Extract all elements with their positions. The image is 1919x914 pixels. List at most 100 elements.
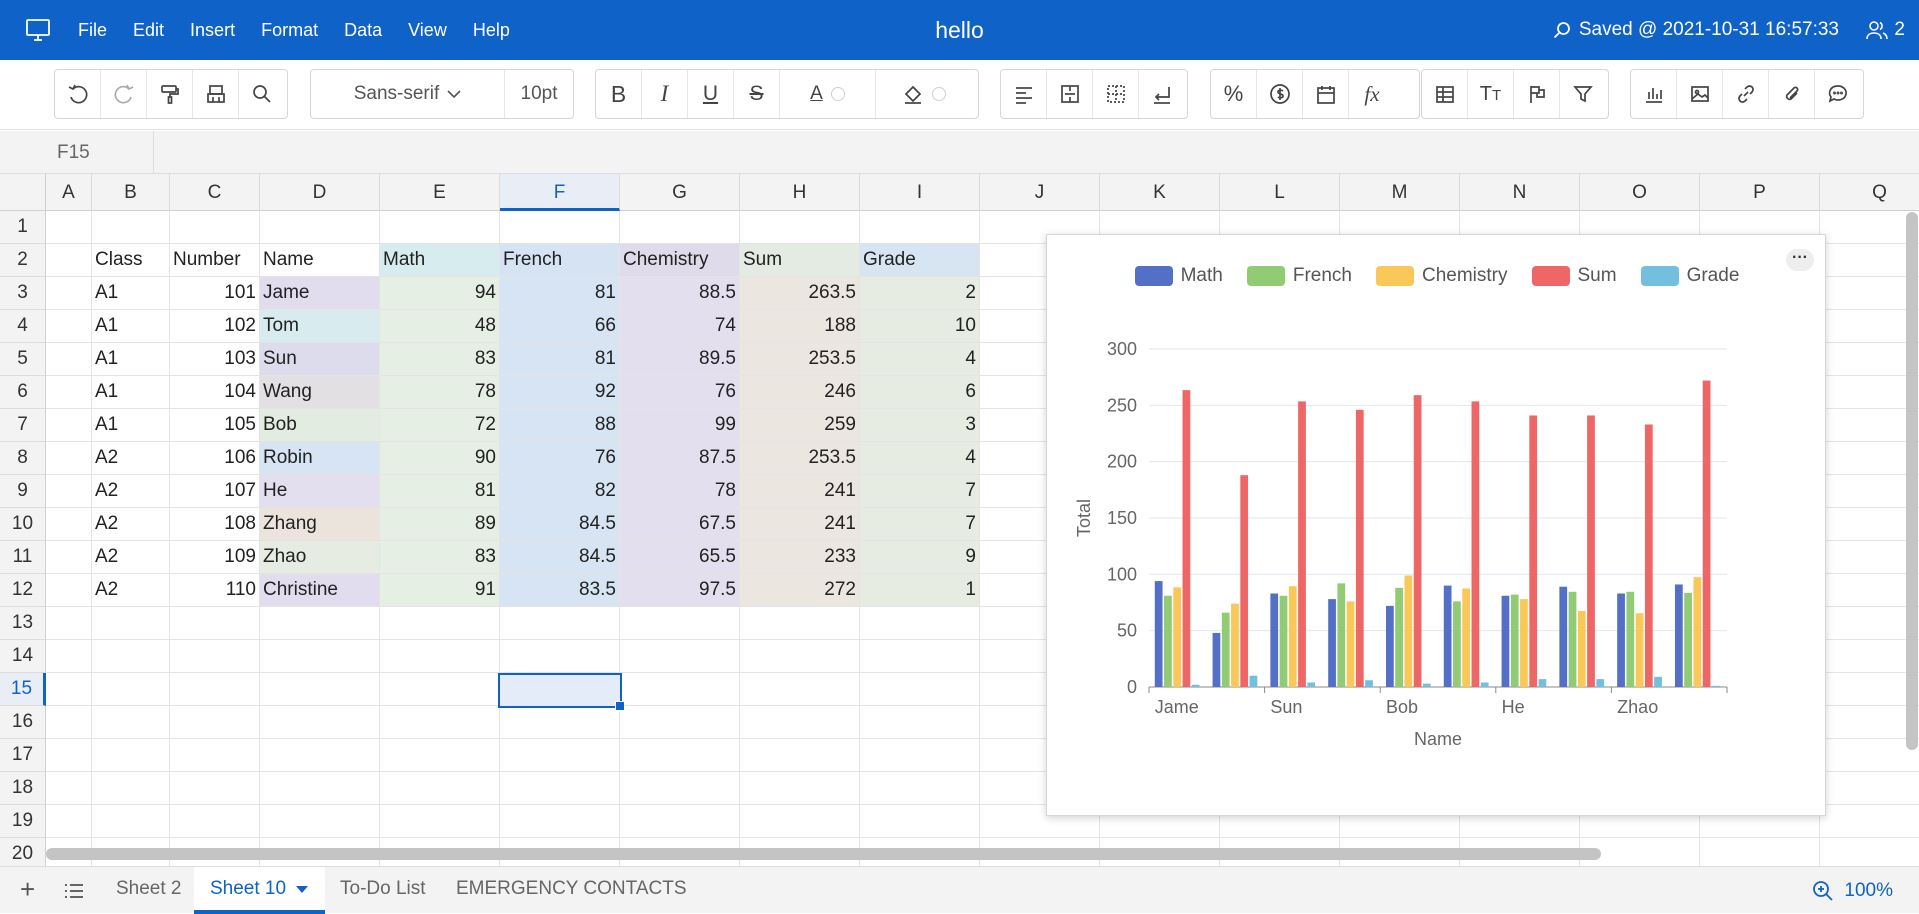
row-header-7[interactable]: 7 — [0, 409, 46, 442]
cell[interactable] — [380, 607, 500, 640]
font-size-select[interactable]: 10pt — [505, 70, 573, 118]
bold-button[interactable]: B — [596, 70, 642, 118]
data-cell[interactable]: 105 — [170, 409, 260, 442]
cell[interactable] — [92, 673, 170, 706]
data-cell[interactable]: 91 — [380, 574, 500, 607]
data-cell[interactable]: A1 — [92, 343, 170, 376]
cell[interactable] — [620, 211, 740, 244]
cell[interactable] — [260, 739, 380, 772]
filter-button[interactable] — [1560, 70, 1606, 118]
column-header-g[interactable]: G — [620, 174, 740, 211]
data-cell[interactable]: 253.5 — [740, 442, 860, 475]
cell[interactable] — [46, 574, 92, 607]
data-cell[interactable]: Christine — [260, 574, 380, 607]
cell[interactable] — [500, 739, 620, 772]
cell[interactable] — [46, 310, 92, 343]
cell[interactable] — [1820, 607, 1919, 640]
row-header-13[interactable]: 13 — [0, 607, 46, 640]
data-cell[interactable]: 82 — [500, 475, 620, 508]
data-cell[interactable]: A2 — [92, 541, 170, 574]
data-cell[interactable]: 83 — [380, 541, 500, 574]
cell[interactable] — [1700, 838, 1820, 866]
zoom-control[interactable]: 100% — [1812, 867, 1893, 914]
data-cell[interactable]: A2 — [92, 475, 170, 508]
cell[interactable] — [46, 409, 92, 442]
row-header-2[interactable]: 2 — [0, 244, 46, 277]
row-header-12[interactable]: 12 — [0, 574, 46, 607]
cell[interactable] — [1820, 805, 1919, 838]
data-cell[interactable]: Sun — [260, 343, 380, 376]
undo-button[interactable] — [55, 70, 101, 118]
data-cell[interactable]: 90 — [380, 442, 500, 475]
cell[interactable] — [1820, 409, 1919, 442]
data-cell[interactable]: 7 — [860, 475, 980, 508]
data-cell[interactable]: 10 — [860, 310, 980, 343]
monitor-icon[interactable] — [26, 19, 50, 41]
data-cell[interactable]: 1 — [860, 574, 980, 607]
header-cell[interactable]: Sum — [740, 244, 860, 277]
cell[interactable] — [500, 211, 620, 244]
cell[interactable] — [46, 244, 92, 277]
cell[interactable] — [860, 805, 980, 838]
cell[interactable] — [46, 706, 92, 739]
row-header-15[interactable]: 15 — [0, 673, 46, 706]
currency-button[interactable] — [1257, 70, 1303, 118]
data-cell[interactable]: 103 — [170, 343, 260, 376]
cell[interactable] — [1820, 640, 1919, 673]
data-cell[interactable]: 263.5 — [740, 277, 860, 310]
column-header-m[interactable]: M — [1340, 174, 1460, 211]
cell[interactable] — [380, 739, 500, 772]
cell[interactable] — [170, 772, 260, 805]
data-cell[interactable]: 241 — [740, 508, 860, 541]
conditional-format-button[interactable] — [1514, 70, 1560, 118]
select-all-corner[interactable] — [0, 174, 46, 211]
horizontal-scrollbar[interactable] — [46, 848, 1601, 860]
column-header-f[interactable]: F — [500, 174, 620, 211]
data-cell[interactable]: 110 — [170, 574, 260, 607]
cell[interactable] — [46, 739, 92, 772]
comment-button[interactable] — [1815, 70, 1861, 118]
data-cell[interactable]: 76 — [500, 442, 620, 475]
cell[interactable] — [92, 805, 170, 838]
find-button[interactable] — [239, 70, 285, 118]
row-header-14[interactable]: 14 — [0, 640, 46, 673]
header-cell[interactable]: French — [500, 244, 620, 277]
cell[interactable] — [92, 739, 170, 772]
cell[interactable] — [1820, 244, 1919, 277]
data-cell[interactable]: Wang — [260, 376, 380, 409]
column-header-i[interactable]: I — [860, 174, 980, 211]
cell[interactable] — [740, 739, 860, 772]
row-header-16[interactable]: 16 — [0, 706, 46, 739]
row-header-20[interactable]: 20 — [0, 838, 46, 866]
data-cell[interactable]: A1 — [92, 376, 170, 409]
cell[interactable] — [500, 673, 620, 706]
data-cell[interactable]: 259 — [740, 409, 860, 442]
cell[interactable] — [1820, 574, 1919, 607]
cell[interactable] — [46, 772, 92, 805]
cell[interactable] — [1820, 772, 1919, 805]
cell[interactable] — [1820, 376, 1919, 409]
data-cell[interactable]: 109 — [170, 541, 260, 574]
cell[interactable] — [860, 640, 980, 673]
row-header-4[interactable]: 4 — [0, 310, 46, 343]
menu-insert[interactable]: Insert — [190, 20, 235, 41]
cell[interactable] — [92, 706, 170, 739]
cell[interactable] — [46, 541, 92, 574]
cell[interactable] — [860, 211, 980, 244]
cell[interactable] — [46, 673, 92, 706]
cell[interactable] — [740, 673, 860, 706]
underline-button[interactable]: U — [688, 70, 734, 118]
column-header-d[interactable]: D — [260, 174, 380, 211]
cell[interactable] — [46, 442, 92, 475]
column-header-o[interactable]: O — [1580, 174, 1700, 211]
cell[interactable] — [170, 739, 260, 772]
table-button[interactable] — [1422, 70, 1468, 118]
wrap-text-button[interactable] — [1139, 70, 1185, 118]
data-cell[interactable]: He — [260, 475, 380, 508]
cell[interactable] — [740, 805, 860, 838]
row-header-9[interactable]: 9 — [0, 475, 46, 508]
column-header-j[interactable]: J — [980, 174, 1100, 211]
data-cell[interactable]: 76 — [620, 376, 740, 409]
data-cell[interactable]: 188 — [740, 310, 860, 343]
column-header-q[interactable]: Q — [1820, 174, 1919, 211]
